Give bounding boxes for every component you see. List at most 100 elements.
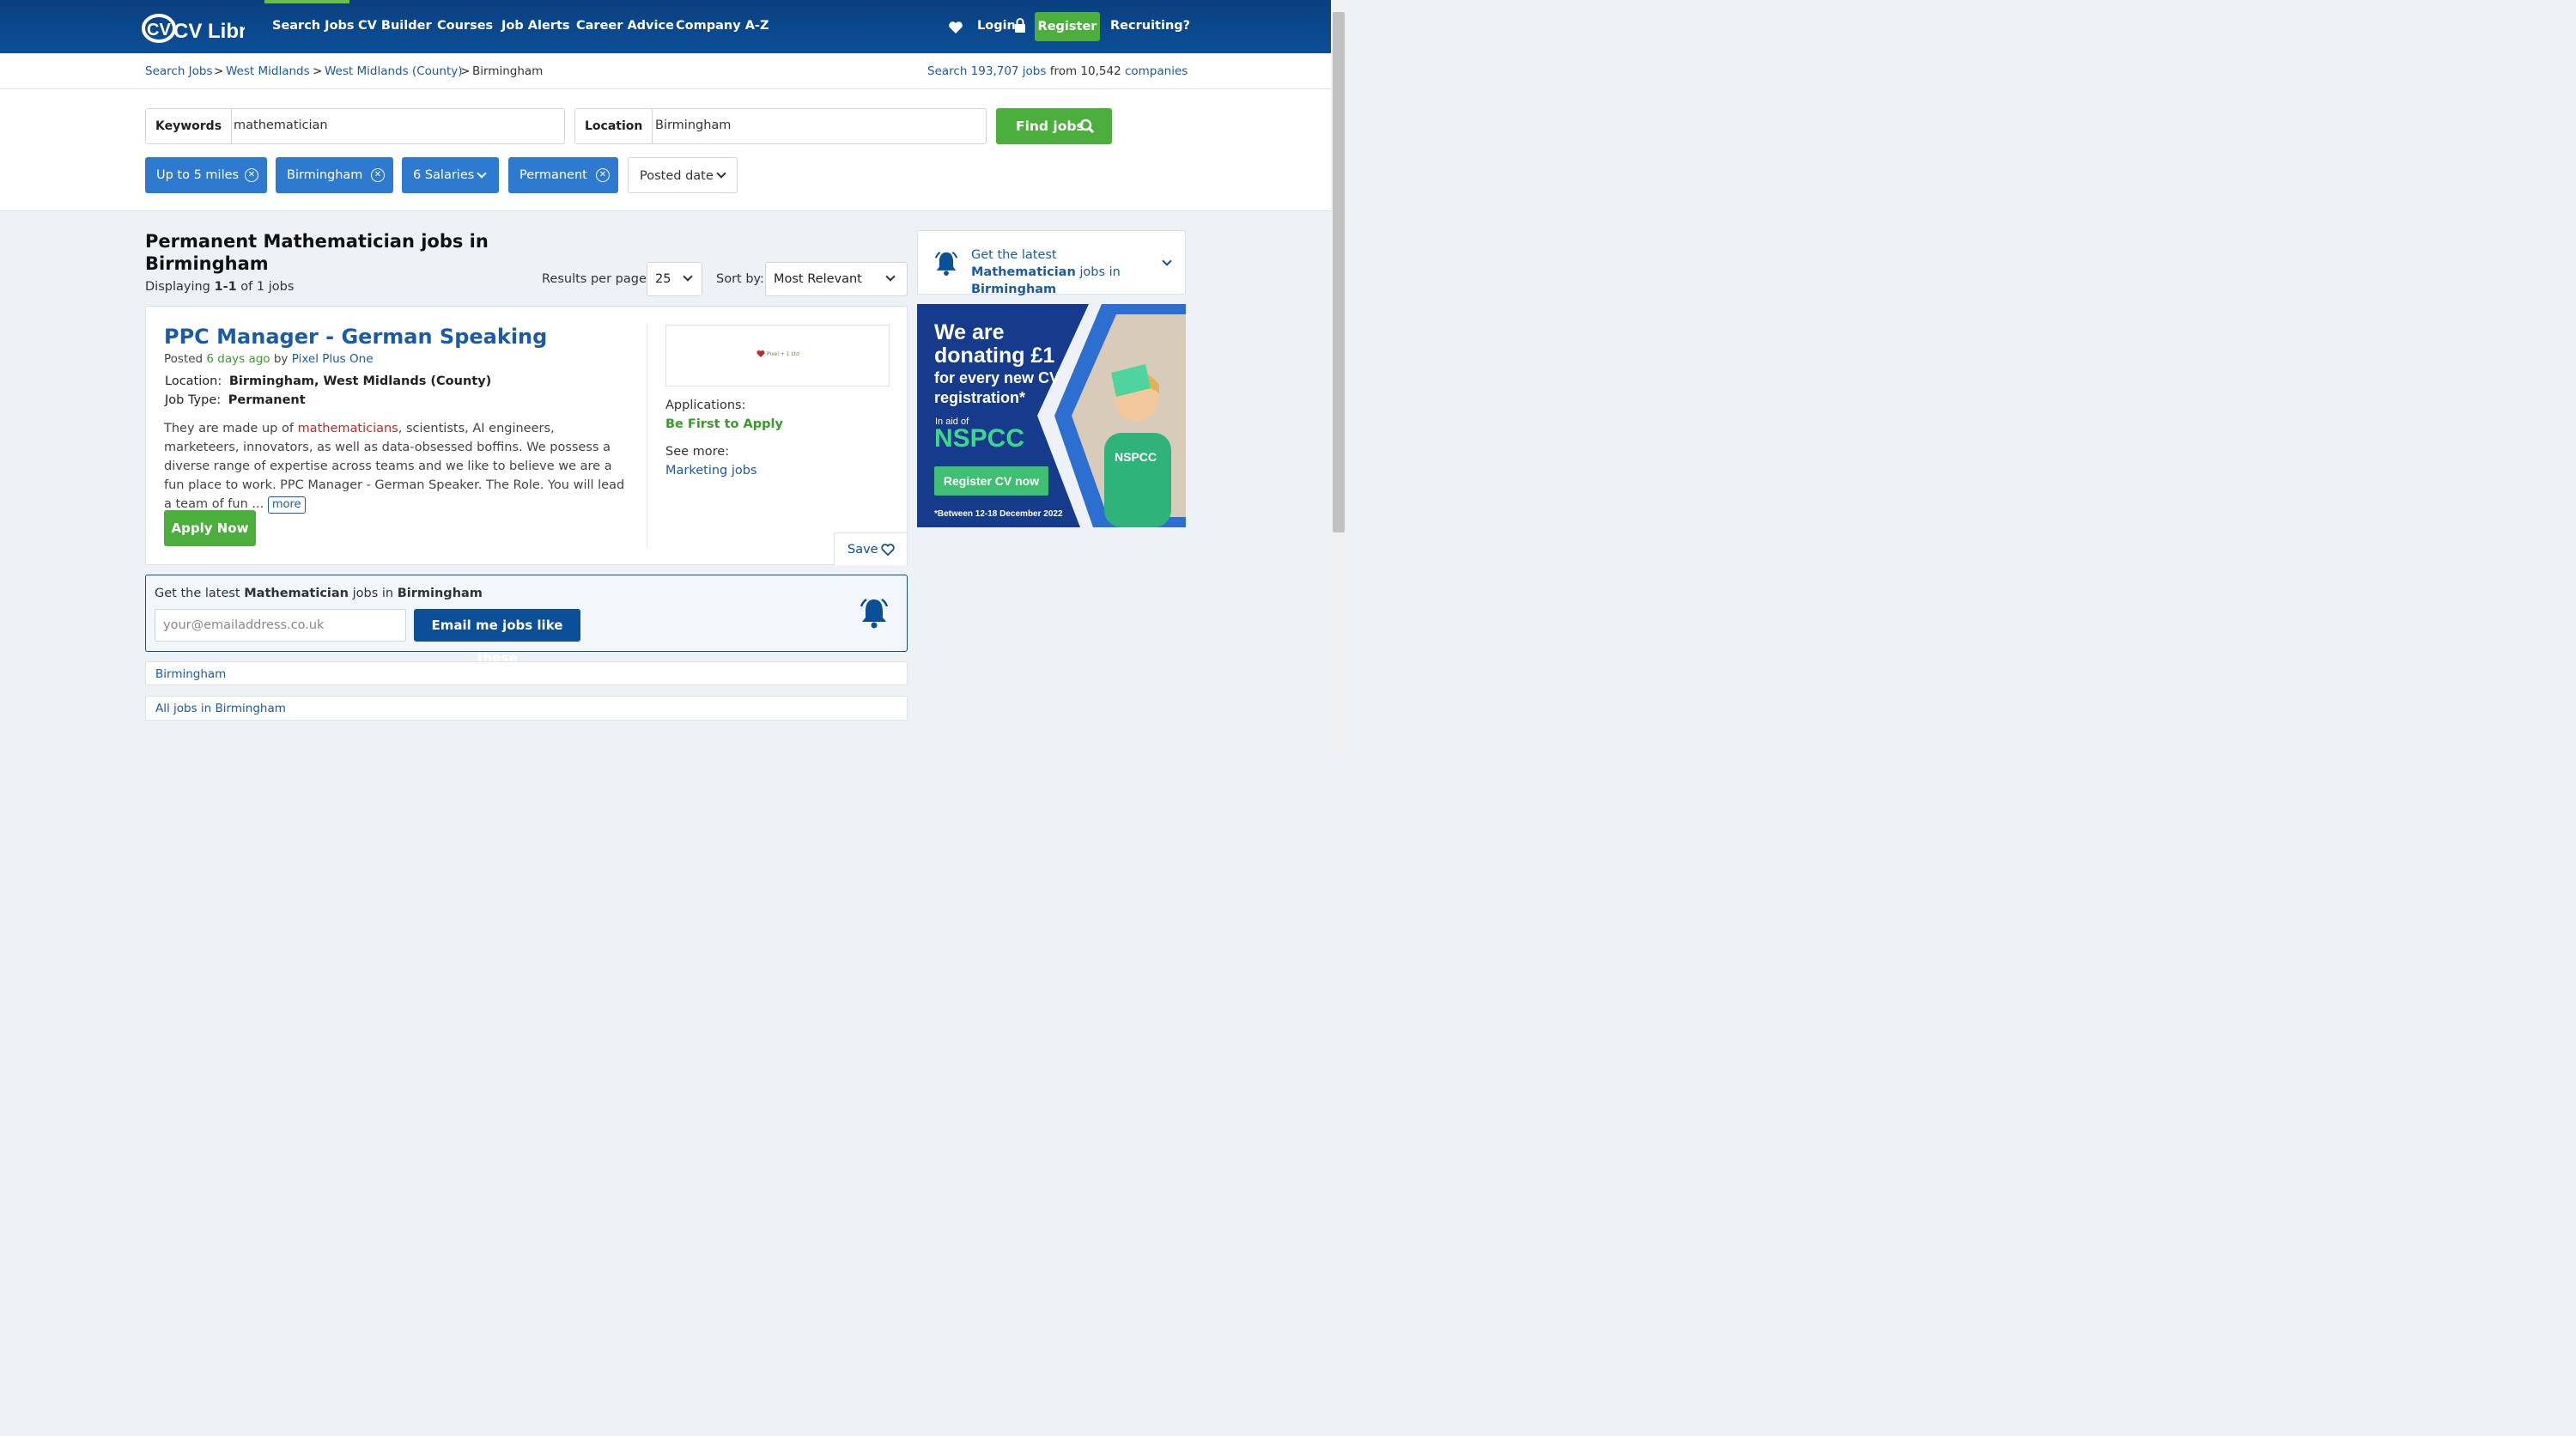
page-title: Permanent Mathematician jobs in Birmingh… [145,231,489,274]
marketing-jobs-link[interactable]: Marketing jobs [665,464,757,478]
nav-career-advice[interactable]: Career Advice [576,19,674,33]
bell-icon [934,252,958,276]
sort-select[interactable]: Most Relevant [765,262,908,296]
logo-text: CV Library [173,20,245,43]
alert-prefix: Get the latest [155,587,240,600]
pixel-plus-one-logo [756,350,765,357]
lock-icon [1015,18,1025,33]
ad-line-2: donating £1 [934,344,1055,368]
all-jobs-birmingham-link[interactable]: All jobs in Birmingham [155,702,286,715]
applications-value: Be First to Apply [665,417,783,431]
nav-company-a-z[interactable]: Company A-Z [676,19,769,33]
posted-when: 6 days ago [206,352,270,366]
more-button[interactable]: more [267,496,306,514]
sort-value: Most Relevant [774,272,862,286]
find-jobs-button[interactable]: Find jobs [996,108,1112,144]
alert-mid: jobs in [352,587,394,600]
breadcrumb-west-midlands[interactable]: West Midlands [226,64,310,78]
chevron-down-icon [716,168,726,179]
alert-place: Birmingham [397,587,483,600]
location-input[interactable]: Birmingham [655,119,731,132]
heart-icon[interactable] [948,21,963,34]
ad-register-cv-button[interactable]: Register CV now [934,466,1048,496]
filter-location[interactable]: Birmingham ✕ [276,157,393,193]
job-location: Location: Birmingham, West Midlands (Cou… [165,374,491,388]
location-label: Location: [165,374,222,388]
link-box-birmingham[interactable]: Birmingham [145,661,908,685]
company-logo-text: Pixel + 1 Ltd [767,351,799,357]
nav-search-jobs[interactable]: Search Jobs [272,19,355,33]
apply-now-button[interactable]: Apply Now [164,510,256,546]
nav-cv-builder[interactable]: CV Builder [358,19,432,33]
ad-footnote: *Between 12-18 December 2022 [934,509,1063,519]
remove-filter-icon[interactable]: ✕ [371,168,385,182]
birmingham-link[interactable]: Birmingham [155,667,226,681]
side-alert-place: Birmingham [971,283,1057,296]
email-me-jobs-button[interactable]: Email me jobs like these [414,609,580,666]
breadcrumb-separator: > [313,64,323,78]
filter-salaries-label: 6 Salaries [413,168,475,182]
job-description: They are made up of mathematicians, scie… [164,419,628,514]
displaying-prefix: Displaying [145,280,210,294]
filter-job-type[interactable]: Permanent ✕ [508,157,618,193]
keywords-field[interactable]: Keywords mathematician [145,108,565,144]
location-field[interactable]: Location Birmingham [574,108,987,144]
filter-salaries[interactable]: 6 Salaries [402,157,499,193]
desc-text: They are made up of [164,422,298,435]
login-link[interactable]: Login [977,19,1016,33]
keywords-input[interactable]: mathematician [234,119,328,132]
cv-library-logo[interactable]: CV CV Library [142,9,245,46]
stats-companies-link[interactable]: companies [1125,64,1188,78]
stats-jobs-link[interactable]: jobs [1023,64,1047,78]
breadcrumb-search-jobs[interactable]: Search Jobs [145,64,213,78]
see-more-label: See more: [665,445,730,459]
displaying-range: 1-1 [214,280,237,294]
breadcrumb-current: Birmingham [472,64,544,78]
job-type-label: Job Type: [165,393,222,407]
job-title-link[interactable]: PPC Manager - German Speaking [164,325,547,349]
breadcrumb: Search Jobs > West Midlands > West Midla… [0,53,1331,89]
page-scrollbar[interactable] [1331,0,1346,751]
applications-label: Applications: [665,399,746,412]
posted-by: by [273,352,289,366]
nspcc-ad-banner[interactable]: We are donating £1 for every new CV regi… [917,304,1186,527]
remove-filter-icon[interactable]: ✕ [245,168,258,182]
chevron-down-icon [683,271,693,282]
breadcrumb-west-midlands-county[interactable]: West Midlands (County) [325,64,463,78]
save-label: Save [848,543,878,557]
desc-highlight: mathematicians [297,422,398,435]
company-link[interactable]: Pixel Plus One [292,352,374,366]
ad-line-1: We are [934,320,1005,344]
register-button[interactable]: Register [1035,12,1100,41]
company-logo-box[interactable]: Pixel + 1 Ltd [665,325,890,386]
scrollbar-thumb[interactable] [1333,12,1345,532]
breadcrumb-separator: > [214,64,224,78]
keywords-label: Keywords [146,109,233,143]
side-alert-mid: jobs in [1079,265,1121,279]
nav-job-alerts[interactable]: Job Alerts [501,19,570,33]
results-per-page-select[interactable]: 25 [647,262,702,296]
nav-courses[interactable]: Courses [437,19,493,33]
ad-headline: We are donating £1 for every new CV regi… [934,321,1060,407]
active-nav-indicator [264,0,349,3]
filter-distance[interactable]: Up to 5 miles ✕ [145,157,267,193]
search-icon [1079,119,1095,134]
stats-count: Search 193,707 [927,64,1019,78]
side-job-alert[interactable]: Get the latest Mathematician jobs in Bir… [917,230,1186,298]
side-alert-text: Get the latest Mathematician jobs in Bir… [971,246,1156,298]
posted-prefix: Posted [164,352,204,366]
ad-line-4: registration* [934,389,1026,406]
save-job-button[interactable]: Save [834,532,908,565]
link-box-all-jobs[interactable]: All jobs in Birmingham [145,696,908,721]
filter-posted-date[interactable]: Posted date [628,157,738,193]
remove-filter-icon[interactable]: ✕ [596,168,610,182]
filter-posted-date-label: Posted date [640,169,714,183]
chevron-down-icon [1162,256,1172,266]
email-input[interactable]: your@emailaddress.co.uk [155,609,406,642]
chevron-down-icon [885,271,896,282]
search-stats: Search 193,707 jobs from 10,542 companie… [927,64,1188,78]
job-posted: Posted 6 days ago by Pixel Plus One [164,352,374,366]
filter-job-type-label: Permanent [519,168,587,182]
svg-text:CV: CV [147,21,171,40]
recruiting-link[interactable]: Recruiting? [1110,19,1190,33]
